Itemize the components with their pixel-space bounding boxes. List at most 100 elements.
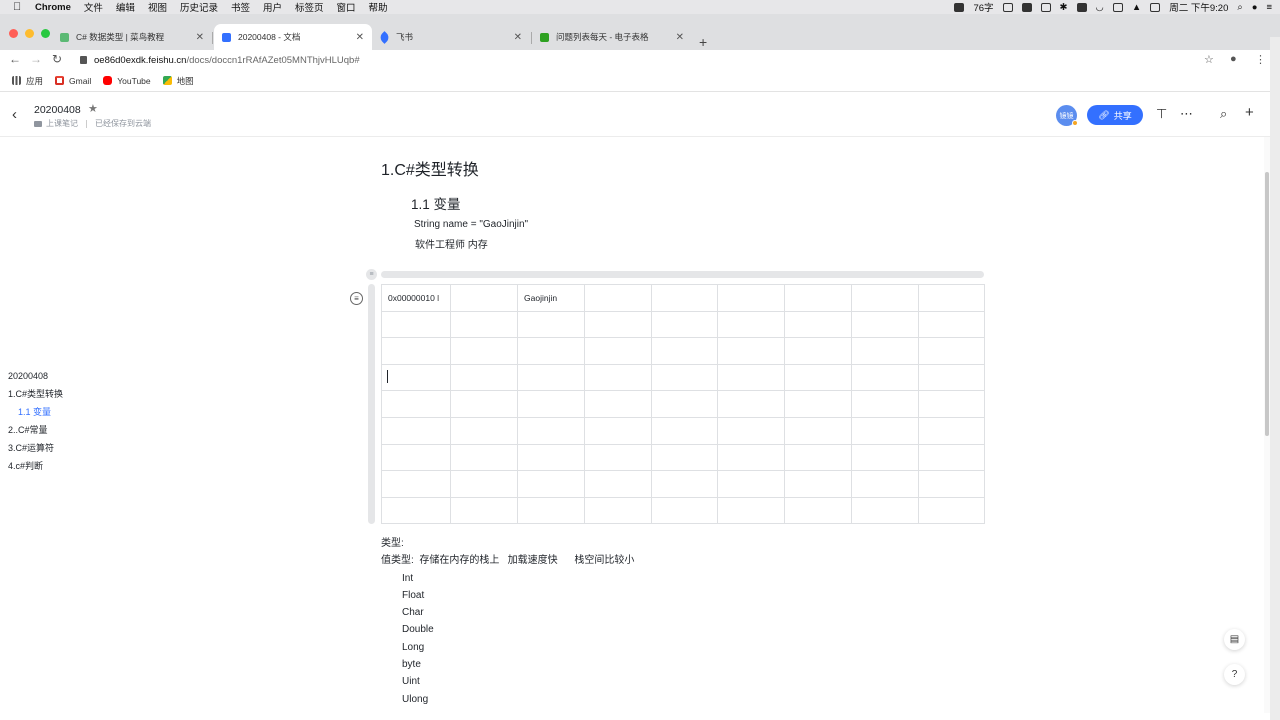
- present-icon[interactable]: ⊤: [1156, 106, 1167, 122]
- value-types-line[interactable]: 值类型: 存储在内存的栈上 加载速度快 栈空间比较小: [381, 554, 634, 571]
- table-cell[interactable]: [851, 443, 919, 472]
- clock[interactable]: 周二 下午9:20: [1169, 0, 1228, 14]
- table-cell[interactable]: [784, 284, 852, 312]
- table-cell[interactable]: [717, 496, 785, 525]
- table-cell[interactable]: [784, 443, 852, 472]
- table-cell[interactable]: [784, 337, 852, 365]
- tab-runoob[interactable]: C# 数据类型 | 菜鸟教程 ✕: [52, 24, 212, 50]
- favorite-star-icon[interactable]: ★: [88, 102, 98, 115]
- table-cell[interactable]: [851, 337, 919, 365]
- table-cell[interactable]: [851, 416, 919, 445]
- paragraph[interactable]: String name = "GaoJinjin": [414, 219, 528, 230]
- list-item[interactable]: Ulong: [381, 693, 634, 710]
- list-item[interactable]: Int: [381, 572, 634, 589]
- list-item[interactable]: Uint: [381, 675, 634, 692]
- menu-people[interactable]: 用户: [263, 0, 282, 14]
- table-cell[interactable]: [381, 443, 451, 472]
- list-item[interactable]: byte: [381, 658, 634, 675]
- table-cell[interactable]: [918, 284, 985, 312]
- table-cell[interactable]: [381, 363, 451, 392]
- status-icon-c[interactable]: [1040, 2, 1051, 12]
- table-cell[interactable]: [651, 337, 718, 365]
- outline-item[interactable]: 1.C#类型转换: [8, 388, 63, 406]
- table-cell[interactable]: [381, 337, 451, 365]
- tab-close-icon[interactable]: ✕: [356, 32, 364, 43]
- search-icon[interactable]: ⌕: [1220, 106, 1227, 122]
- folder-name[interactable]: 上课笔记: [46, 118, 78, 129]
- heading-2[interactable]: 1.1 变量: [411, 193, 461, 213]
- table-cell[interactable]: [784, 416, 852, 445]
- table-cell[interactable]: [517, 443, 585, 472]
- table-cell[interactable]: [717, 443, 785, 472]
- types-heading[interactable]: 类型:: [381, 537, 634, 554]
- status-icon-a[interactable]: [1002, 2, 1013, 12]
- scrollbar-thumb[interactable]: [1265, 172, 1269, 436]
- table-cell[interactable]: [450, 496, 518, 525]
- table-cell[interactable]: [851, 496, 919, 525]
- menu-window[interactable]: 窗口: [337, 0, 356, 14]
- table-cell[interactable]: [918, 496, 985, 525]
- table-cell[interactable]: [584, 284, 652, 312]
- table-cell[interactable]: [784, 390, 852, 418]
- table-cell[interactable]: [517, 496, 585, 525]
- table-cell[interactable]: [584, 337, 652, 365]
- menu-app-name[interactable]: Chrome: [35, 2, 71, 13]
- table-cell[interactable]: Gaojinjin: [517, 284, 585, 312]
- menu-bookmarks[interactable]: 书签: [231, 0, 250, 14]
- tab-sheet[interactable]: 问题列表每天 - 电子表格 ✕: [532, 24, 692, 50]
- comment-button[interactable]: ▤: [1224, 629, 1245, 650]
- spotlight-icon[interactable]: ⌕: [1237, 2, 1242, 13]
- table-cell[interactable]: [651, 363, 718, 392]
- close-window-button[interactable]: [9, 29, 18, 38]
- menu-view[interactable]: 视图: [148, 0, 167, 14]
- table-cell[interactable]: [784, 470, 852, 498]
- table-cell[interactable]: [651, 284, 718, 312]
- table-cell[interactable]: [717, 390, 785, 418]
- table-cell[interactable]: [651, 496, 718, 525]
- table-cell[interactable]: [381, 470, 451, 498]
- table-cell[interactable]: [584, 496, 652, 525]
- table-cell[interactable]: [517, 390, 585, 418]
- table-cell[interactable]: [450, 443, 518, 472]
- table-cell[interactable]: [517, 337, 585, 365]
- outline-item[interactable]: 3.C#运算符: [8, 442, 63, 460]
- list-item[interactable]: Char: [381, 606, 634, 623]
- table-cell[interactable]: 0x00000010: [381, 284, 451, 312]
- table-cell[interactable]: [717, 284, 785, 312]
- bookmark-gmail[interactable]: Gmail: [55, 76, 91, 86]
- bluetooth-icon[interactable]: ✱: [1060, 2, 1068, 13]
- bookmark-youtube[interactable]: YouTube: [103, 76, 151, 86]
- keyboard-icon[interactable]: [1150, 2, 1161, 12]
- table-cell[interactable]: [381, 496, 451, 525]
- table-cell[interactable]: [584, 390, 652, 418]
- back-arrow-icon[interactable]: ←: [9, 52, 21, 66]
- table-cell[interactable]: [851, 470, 919, 498]
- menu-file[interactable]: 文件: [84, 0, 103, 14]
- table-cell[interactable]: [784, 363, 852, 392]
- paragraph[interactable]: 软件工程师 内存: [415, 236, 488, 251]
- forward-arrow-icon[interactable]: →: [30, 52, 42, 66]
- table-cell[interactable]: [851, 390, 919, 418]
- bookmark-maps[interactable]: 地图: [162, 75, 194, 87]
- table-cell[interactable]: [717, 363, 785, 392]
- table-cell[interactable]: [784, 310, 852, 339]
- list-item[interactable]: Long: [381, 641, 634, 658]
- table-cell[interactable]: [717, 310, 785, 339]
- table-cell[interactable]: [918, 310, 985, 339]
- table-cell[interactable]: [918, 363, 985, 392]
- tab-close-icon[interactable]: ✕: [514, 32, 522, 43]
- table-cell[interactable]: [717, 337, 785, 365]
- table-cell[interactable]: [584, 363, 652, 392]
- user-icon[interactable]: ●: [1252, 2, 1258, 13]
- bookmark-star-icon[interactable]: ☆: [1204, 53, 1214, 66]
- table-cell[interactable]: [651, 416, 718, 445]
- table-cell[interactable]: [584, 443, 652, 472]
- outline-item[interactable]: 2..C#常量: [8, 424, 63, 442]
- menu-history[interactable]: 历史记录: [180, 0, 218, 14]
- tab-doc[interactable]: 20200408 - 文档 ✕: [214, 24, 372, 50]
- more-icon[interactable]: ⋯: [1180, 106, 1193, 122]
- table-column-bar[interactable]: [381, 271, 984, 278]
- display-icon[interactable]: [1112, 2, 1123, 12]
- table-cell[interactable]: [381, 416, 451, 445]
- list-item[interactable]: Double: [381, 623, 634, 640]
